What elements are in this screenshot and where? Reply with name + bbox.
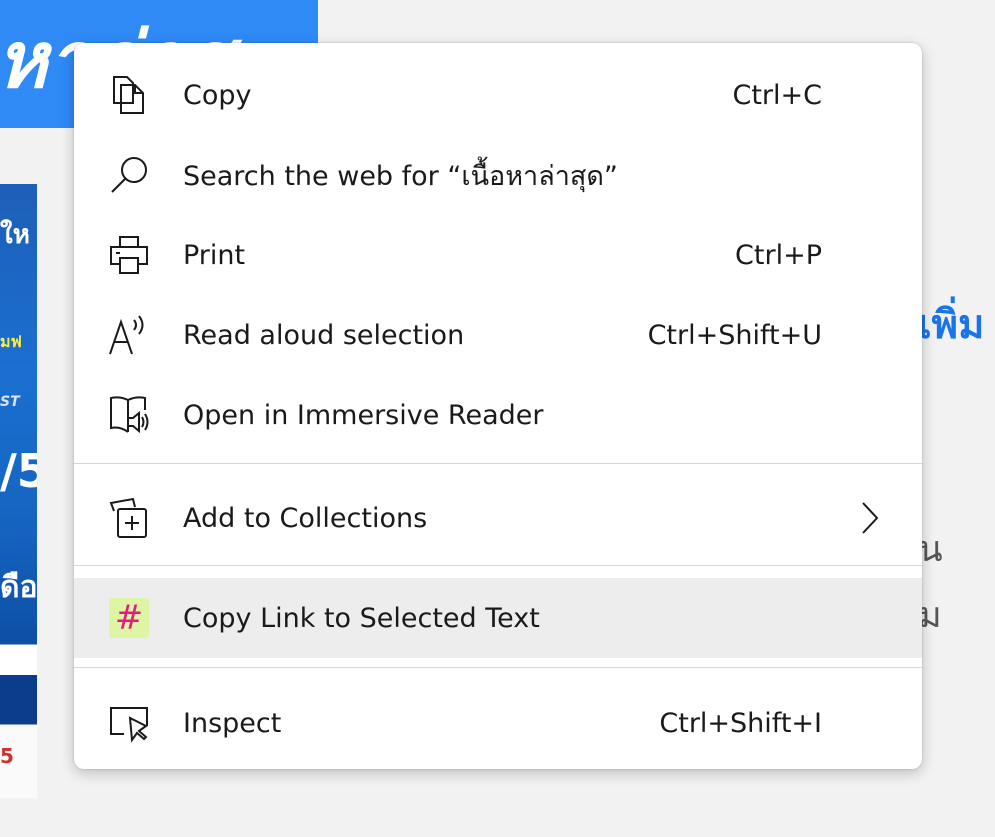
ad-text: ให [0, 220, 30, 250]
menu-item-shortcut: Ctrl+P [735, 239, 822, 271]
menu-item-add-to-collections[interactable]: Add to Collections [74, 478, 922, 558]
ad-text: ีมฟ [0, 332, 22, 351]
menu-item-copy[interactable]: Copy Ctrl+C [74, 55, 922, 135]
inspect-icon [108, 702, 150, 744]
hash-glyph: # [109, 598, 149, 638]
ad-text: ST [0, 394, 20, 410]
menu-item-read-aloud[interactable]: Read aloud selection Ctrl+Shift+U [74, 295, 922, 375]
read-aloud-icon [108, 314, 150, 356]
menu-item-shortcut: Ctrl+Shift+U [647, 319, 822, 351]
menu-item-inspect[interactable]: Inspect Ctrl+Shift+I [74, 683, 922, 763]
ad-text: มที่บ [0, 656, 32, 675]
immersive-reader-icon [108, 394, 150, 436]
menu-item-label: Search the web for “เนื้อหาล่าสุด” [183, 160, 618, 192]
ad-text: 5 [0, 744, 14, 768]
ad-text: ดือ [0, 570, 37, 605]
ad-text: /5 [0, 444, 37, 498]
menu-item-print[interactable]: Print Ctrl+P [74, 215, 922, 295]
chevron-right-icon [858, 500, 882, 536]
menu-item-immersive-reader[interactable]: Open in Immersive Reader [74, 375, 922, 455]
page-link-text[interactable]: เพิ่ม [918, 292, 984, 356]
menu-item-label: Copy Link to Selected Text [183, 602, 540, 634]
menu-separator [74, 463, 922, 464]
menu-item-label: Print [183, 239, 246, 271]
add-collection-icon [108, 497, 150, 539]
print-icon [108, 234, 150, 276]
hash-icon: # [108, 597, 150, 639]
menu-separator [74, 565, 922, 566]
copy-icon [108, 74, 150, 116]
menu-item-label: Read aloud selection [183, 319, 465, 351]
menu-item-label: Add to Collections [183, 502, 428, 534]
menu-item-label: Inspect [183, 707, 282, 739]
search-icon [108, 154, 150, 196]
context-menu: Copy Ctrl+C Search the web for “เนื้อหาล… [74, 43, 922, 769]
menu-item-shortcut: Ctrl+Shift+I [659, 707, 822, 739]
menu-item-label: Open in Immersive Reader [183, 399, 544, 431]
menu-item-label: Copy [183, 79, 252, 111]
side-advertisement[interactable]: ให ีมฟ ST /5 ดือ มที่บ 5 [0, 184, 37, 798]
menu-item-copy-link-to-text[interactable]: # Copy Link to Selected Text [74, 578, 922, 658]
menu-item-search-web[interactable]: Search the web for “เนื้อหาล่าสุด” [74, 135, 922, 215]
menu-item-shortcut: Ctrl+C [732, 79, 822, 111]
menu-separator [74, 667, 922, 668]
